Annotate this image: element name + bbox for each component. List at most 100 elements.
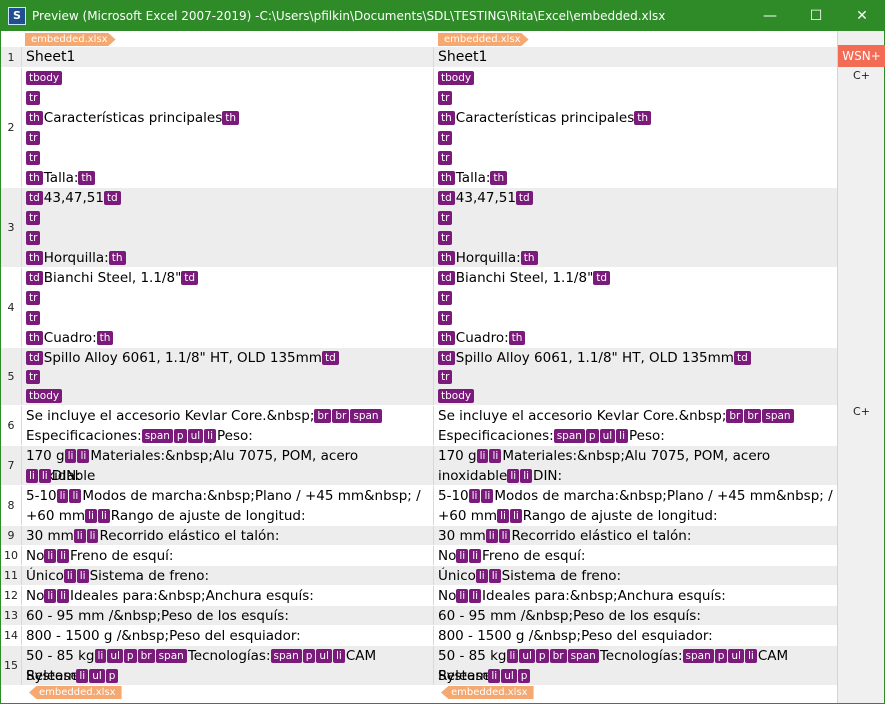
target-cell[interactable]: No li li Ideales para:&nbsp;Anchura esquís:	[434, 586, 846, 605]
close-button[interactable]: ✕	[839, 0, 885, 31]
tag-li[interactable]: li	[69, 489, 82, 503]
tag-li[interactable]: li	[497, 509, 509, 523]
source-cell[interactable]: No li li Ideales para:&nbsp;Anchura esquís:	[22, 586, 434, 605]
tag-li[interactable]: li	[744, 649, 757, 663]
tag-li[interactable]: li	[73, 529, 86, 543]
tag-td[interactable]: td	[733, 351, 751, 365]
tag-li[interactable]: li	[76, 569, 89, 583]
tag-ul[interactable]: ul	[501, 669, 517, 683]
tag-th[interactable]: th	[438, 111, 455, 125]
target-cell[interactable]: 170 g li li Materiales:&nbsp;Alu 7075, POM,…	[434, 446, 846, 485]
tag-li[interactable]: li	[57, 589, 70, 603]
status-cplus[interactable]: C+	[838, 69, 885, 82]
tag-li[interactable]: li	[44, 549, 57, 563]
target-cell[interactable]: 5-10 li li Modos de marcha:&nbsp;Plano / +4…	[434, 486, 846, 525]
tag-li[interactable]: li	[616, 429, 629, 443]
source-cell[interactable]: Único li li Sistema de freno:	[22, 566, 434, 585]
tag-li[interactable]: li	[44, 589, 57, 603]
source-cell[interactable]: td Spillo Alloy 6061, 1.1/8" HT, OLD 135m…	[22, 348, 434, 405]
tag-li[interactable]: li	[520, 469, 533, 483]
tag-ul[interactable]: ul	[187, 429, 204, 443]
tag-li[interactable]: li	[476, 449, 489, 463]
target-cell[interactable]: td 43,47,51 td tr tr th Horquilla: th	[434, 188, 846, 267]
tag-ul[interactable]: ul	[107, 649, 123, 663]
target-cell[interactable]: td Spillo Alloy 6061, 1.1/8" HT, OLD 135m…	[434, 348, 846, 405]
tag-tr[interactable]: tr	[26, 231, 41, 245]
wsn-badge[interactable]: WSN+	[838, 45, 885, 67]
file-end-tag-left[interactable]: embedded.xlsx	[29, 686, 122, 699]
tag-li[interactable]: li	[509, 509, 522, 523]
tag-p[interactable]: p	[714, 649, 728, 663]
tag-li[interactable]: li	[76, 669, 89, 683]
tag-th[interactable]: th	[508, 331, 526, 345]
source-cell[interactable]: 30 mm li li Recorrido elástico el talón:	[22, 526, 434, 545]
tag-li[interactable]: li	[488, 569, 501, 583]
tag-td[interactable]: td	[438, 191, 455, 205]
tag-th[interactable]: th	[222, 111, 240, 125]
tag-li[interactable]: li	[489, 449, 502, 463]
target-cell[interactable]: Único li li Sistema de freno:	[434, 566, 846, 585]
tag-tr[interactable]: tr	[438, 131, 453, 145]
tag-th[interactable]: th	[438, 171, 455, 185]
tag-li[interactable]: li	[64, 449, 77, 463]
tag-li[interactable]: li	[77, 449, 90, 463]
tag-td[interactable]: td	[321, 351, 339, 365]
source-cell[interactable]: No li li Freno de esquí:	[22, 546, 434, 565]
tag-li[interactable]: li	[469, 589, 482, 603]
tag-ul[interactable]: ul	[728, 649, 744, 663]
source-cell[interactable]: 60 - 95 mm /&nbsp;Peso de los esquís:	[22, 606, 434, 625]
tag-br[interactable]: br	[744, 409, 762, 423]
tag-tr[interactable]: tr	[438, 211, 453, 225]
tag-span[interactable]: span	[762, 409, 794, 423]
tag-td[interactable]: td	[26, 351, 43, 365]
tag-th[interactable]: th	[438, 251, 455, 265]
source-cell[interactable]: 50 - 85 kg li ul p br span Tecnologías: span p ul…	[22, 646, 434, 685]
tag-p[interactable]: p	[123, 649, 137, 663]
tag-ul[interactable]: ul	[89, 669, 105, 683]
tag-span[interactable]: span	[567, 649, 599, 663]
tag-td[interactable]: td	[26, 191, 43, 205]
table-row[interactable]: 1 Sheet1 Sheet1	[1, 47, 846, 68]
file-end-tag-right[interactable]: embedded.xlsx	[441, 686, 534, 699]
tag-span[interactable]: span	[270, 649, 302, 663]
tag-li[interactable]: li	[332, 649, 345, 663]
table-row[interactable]: 15 50 - 85 kg li ul p br span Tecnologías: span…	[1, 646, 846, 686]
tag-th[interactable]: th	[78, 171, 96, 185]
tag-li[interactable]: li	[456, 549, 469, 563]
tag-li[interactable]: li	[475, 569, 488, 583]
table-row[interactable]: 11 Único li li Sistema de freno: Único li li S…	[1, 566, 846, 586]
tag-p[interactable]: p	[517, 669, 531, 683]
tag-tr[interactable]: tr	[26, 151, 41, 165]
table-row[interactable]: 14 800 - 1500 g /&nbsp;Peso del esquiado…	[1, 626, 846, 646]
maximize-button[interactable]: ☐	[793, 0, 839, 31]
tag-ul[interactable]: ul	[599, 429, 616, 443]
file-start-tag-right[interactable]: embedded.xlsx	[438, 33, 529, 46]
target-cell[interactable]: Se incluye el accesorio Kevlar Core.&nbs…	[434, 406, 846, 445]
source-cell[interactable]: Sheet1	[22, 47, 434, 67]
tag-tr[interactable]: tr	[438, 231, 453, 245]
tag-li[interactable]: li	[26, 469, 38, 483]
table-row[interactable]: 7 170 g li li Materiales:&nbsp;Alu 7075, PO…	[1, 446, 846, 486]
tag-li[interactable]: li	[481, 489, 494, 503]
tag-span[interactable]: span	[553, 429, 585, 443]
source-cell[interactable]: td Bianchi Steel, 1.1/8" td tr tr th Cuadro…	[22, 268, 434, 347]
tag-tr[interactable]: tr	[438, 91, 453, 105]
table-row[interactable]: 10 No li li Freno de esquí: No li li Freno de …	[1, 546, 846, 566]
tag-li[interactable]: li	[56, 489, 69, 503]
tag-td[interactable]: td	[438, 271, 455, 285]
tag-th[interactable]: th	[26, 111, 43, 125]
tag-td[interactable]: td	[438, 351, 455, 365]
tag-li[interactable]: li	[468, 489, 481, 503]
table-row[interactable]: 13 60 - 95 mm /&nbsp;Peso de los esquís:…	[1, 606, 846, 626]
tag-p[interactable]: p	[535, 649, 549, 663]
tag-li[interactable]: li	[38, 469, 51, 483]
tag-ul[interactable]: ul	[519, 649, 535, 663]
target-cell[interactable]: tbody tr th Características principales th…	[434, 68, 846, 187]
tag-tr[interactable]: tr	[438, 370, 453, 384]
source-cell[interactable]: 800 - 1500 g /&nbsp;Peso del esquiador:	[22, 626, 434, 645]
table-row[interactable]: 3 td 43,47,51 td tr tr th Horquilla: th td 43…	[1, 188, 846, 268]
target-cell[interactable]: Sheet1	[434, 47, 846, 67]
table-row[interactable]: 6 Se incluye el accesorio Kevlar Core.&n…	[1, 406, 846, 446]
target-cell[interactable]: 30 mm li li Recorrido elástico el talón:	[434, 526, 846, 545]
target-cell[interactable]: 800 - 1500 g /&nbsp;Peso del esquiador:	[434, 626, 846, 645]
